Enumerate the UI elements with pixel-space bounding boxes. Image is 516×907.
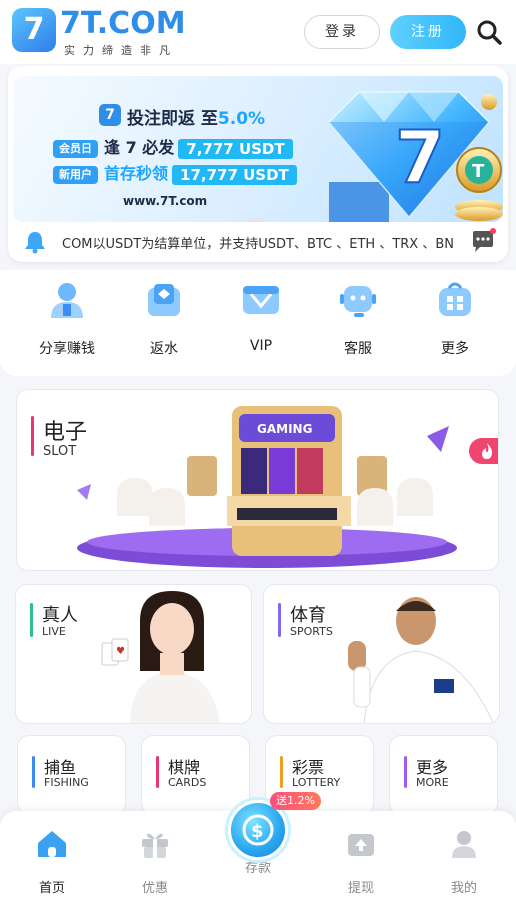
share-earn-icon xyxy=(51,283,83,318)
promo-headline: 投注即返 至5.0% xyxy=(127,104,265,129)
quicknav-more[interactable]: 更多 xyxy=(415,280,495,358)
lottery-subtitle: LOTTERY xyxy=(292,776,341,789)
cards-title: 棋牌 xyxy=(168,758,201,777)
search-icon[interactable] xyxy=(476,19,502,45)
svg-text:T: T xyxy=(472,161,485,182)
gift-icon xyxy=(142,833,168,858)
promo-url: www.7T.com xyxy=(123,194,208,208)
promo-member-day-row: 会员日逢 7 必发 7,777 USDT xyxy=(53,134,293,159)
top-header: 7 7T.COM 实力缔造非凡 登录 注册 xyxy=(0,0,516,64)
register-button[interactable]: 注册 xyxy=(390,15,466,49)
vip-icon xyxy=(243,286,279,314)
sports-title: 体育 xyxy=(290,605,326,626)
chat-icon[interactable] xyxy=(470,228,496,254)
more-title: 更多 xyxy=(416,758,449,777)
cards-subtitle: CARDS xyxy=(168,776,207,789)
quicknav-support[interactable]: 客服 xyxy=(318,280,398,358)
sports-player-illustration xyxy=(348,597,494,723)
gaming-badge-text: GAMING xyxy=(257,422,312,436)
hot-badge xyxy=(469,438,498,464)
quicknav-label: VIP xyxy=(249,338,273,354)
quicknav-share-earn[interactable]: 分享赚钱 xyxy=(27,280,107,358)
promo-headline-prefix: 投注即返 至 xyxy=(127,109,218,129)
dollar-coin-icon: $ xyxy=(242,814,274,846)
more-subtitle: MORE xyxy=(416,776,449,789)
game-tile-live[interactable]: 真人 LIVE ♥ xyxy=(15,584,252,724)
live-subtitle: LIVE xyxy=(42,625,66,638)
game-tile-more[interactable]: 更多 MORE xyxy=(389,735,498,815)
rebate-icon xyxy=(148,284,180,316)
announcement-text: COM以USDT为结算单位，并支持USDT、BTC 、ETH 、TRX 、BN xyxy=(62,237,454,252)
member-day-tag: 会员日 xyxy=(53,139,98,158)
new-user-amount: 17,777 USDT xyxy=(172,164,297,185)
logo-slogan: 实力缔造非凡 xyxy=(64,44,178,57)
sports-subtitle: SPORTS xyxy=(290,625,333,638)
svg-text:♥: ♥ xyxy=(116,646,125,657)
nav-promo[interactable]: 优惠 xyxy=(115,829,195,896)
promo-headline-percent: 5.0% xyxy=(217,109,266,129)
nav-withdraw-label: 提现 xyxy=(347,881,374,896)
promo-banner[interactable]: 7 投注即返 至5.0% 会员日逢 7 必发 7,777 USDT 新用户 首存秒领… xyxy=(13,76,503,222)
promo-logo-icon: 7 xyxy=(99,104,121,126)
nav-home-label: 首页 xyxy=(38,881,65,896)
carousel-indicator[interactable] xyxy=(248,218,264,222)
more-icon xyxy=(439,282,471,316)
deposit-bonus-badge: 送1.2% xyxy=(270,792,321,810)
game-tile-cards[interactable]: 棋牌 CARDS xyxy=(141,735,250,815)
game-tile-sports[interactable]: 体育 SPORTS xyxy=(263,584,500,724)
fishing-title: 捕鱼 xyxy=(44,758,77,777)
user-icon xyxy=(452,831,476,858)
new-user-text: 首存秒领 xyxy=(104,164,169,183)
game-tile-fishing[interactable]: 捕鱼 FISHING xyxy=(17,735,126,815)
promo-new-user-row: 新用户 首存秒领 17,777 USDT xyxy=(53,160,297,185)
svg-text:$: $ xyxy=(251,821,264,842)
nav-mine-label: 我的 xyxy=(450,881,477,896)
new-user-tag: 新用户 xyxy=(53,165,98,184)
withdraw-icon xyxy=(348,834,374,856)
home-icon xyxy=(38,831,66,857)
quicknav-vip[interactable]: VIP xyxy=(221,280,301,354)
fishing-subtitle: FISHING xyxy=(44,776,89,789)
nav-promo-label: 优惠 xyxy=(141,881,168,896)
slot-machine-illustration: GAMING xyxy=(77,406,457,568)
quicknav-label: 更多 xyxy=(441,341,469,357)
announcement-marquee[interactable]: COM以USDT为结算单位，并支持USDT、BTC 、ETH 、TRX 、BN xyxy=(20,228,496,256)
logo-text: 7T.COM xyxy=(60,6,186,41)
quicknav-label: 分享赚钱 xyxy=(39,341,95,357)
member-day-text: 逢 7 必发 xyxy=(104,138,175,157)
banner-card: 7 投注即返 至5.0% 会员日逢 7 必发 7,777 USDT 新用户 首存秒领… xyxy=(8,66,508,262)
live-title: 真人 xyxy=(42,605,78,626)
game-tile-slot[interactable]: 电子 SLOT GAMING xyxy=(16,389,499,571)
logo-mark: 7 xyxy=(12,8,56,52)
site-logo[interactable]: 7 7T.COM 实力缔造非凡 xyxy=(12,6,212,57)
diamond-7-illustration: 7 T xyxy=(329,91,503,222)
quick-nav: 分享赚钱 返水 VIP 客服 更多 xyxy=(0,270,516,376)
quicknav-label: 客服 xyxy=(344,341,372,357)
nav-withdraw[interactable]: 提现 xyxy=(321,829,401,896)
live-dealer-illustration: ♥ xyxy=(101,591,220,723)
nav-home[interactable]: 首页 xyxy=(12,829,92,896)
fire-icon xyxy=(482,443,493,459)
member-day-amount: 7,777 USDT xyxy=(178,138,293,159)
support-icon xyxy=(340,286,376,317)
quicknav-rebate[interactable]: 返水 xyxy=(124,280,204,358)
quicknav-label: 返水 xyxy=(150,341,178,357)
bell-icon xyxy=(25,232,45,254)
svg-text:7: 7 xyxy=(395,115,445,199)
login-button[interactable]: 登录 xyxy=(304,15,380,49)
nav-mine[interactable]: 我的 xyxy=(424,829,504,896)
lottery-title: 彩票 xyxy=(292,758,325,777)
